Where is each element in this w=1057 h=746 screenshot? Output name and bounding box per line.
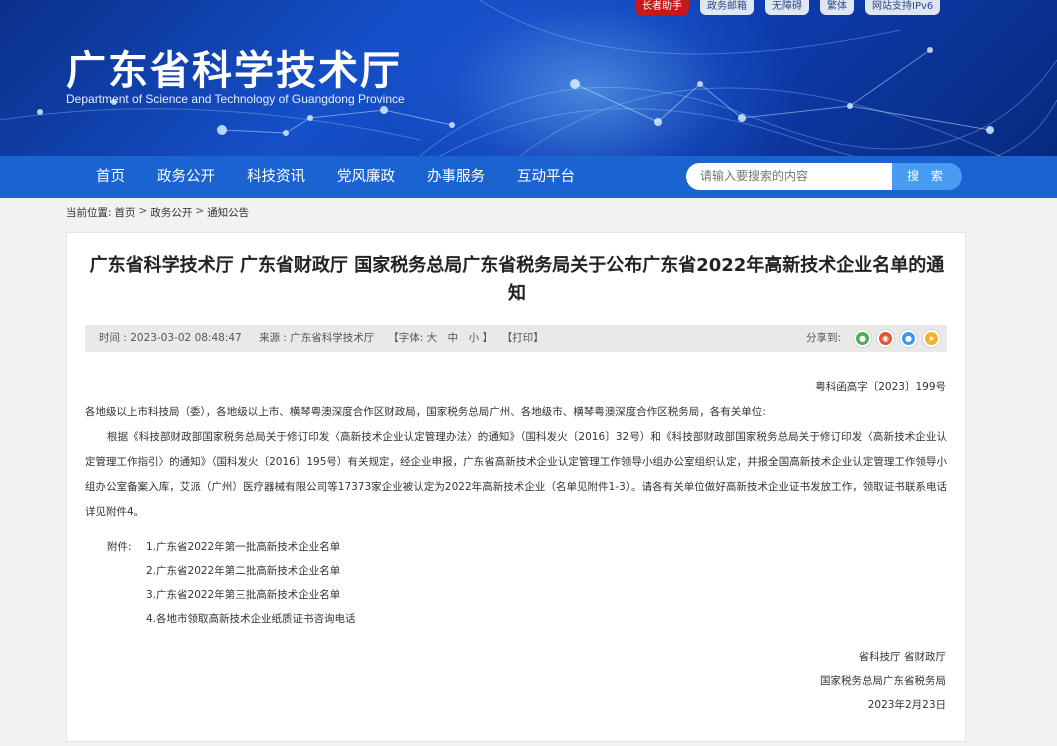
breadcrumb-label: 当前位置: [66, 207, 112, 219]
font-size-control[interactable]: 【字体: 大 中 小 】 [388, 332, 493, 344]
addressee: 各地级以上市科技局（委），各地级以上市、横琴粤澳深度合作区财政局，国家税务总局广… [85, 406, 766, 418]
document-number: 粤科函高字〔2023〕199号 [815, 381, 946, 393]
publish-time: 时间 : 2023-03-02 08:48:47 [99, 332, 242, 344]
article-panel: 广东省科学技术厅 广东省财政厅 国家税务总局广东省税务局关于公布广东省2022年… [66, 232, 966, 742]
breadcrumb-gov-affairs[interactable]: 政务公开 [150, 205, 192, 220]
share-label: 分享到: [805, 332, 841, 344]
attachments-list: 附件: 1.广东省2022年第一批高新技术企业名单 2.广东省2022年第二批高… [107, 535, 356, 631]
breadcrumb-separator: > [138, 205, 148, 217]
nav-item-home[interactable]: 首页 [82, 156, 139, 198]
article-meta-bar: 时间 : 2023-03-02 08:48:47 来源 : 广东省科学技术厅 【字… [85, 325, 947, 352]
signature-line: 国家税务总局广东省税务局 [820, 675, 946, 687]
nav-item-sci-news[interactable]: 科技资讯 [233, 156, 319, 198]
breadcrumb-separator: > [195, 205, 205, 217]
nav-item-integrity[interactable]: 党风廉政 [323, 156, 409, 198]
nav-item-interaction[interactable]: 互动平台 [503, 156, 589, 198]
accessibility-link[interactable]: 无障碍 [765, 0, 809, 15]
search-input[interactable] [686, 163, 892, 190]
site-subtitle: Department of Science and Technology of … [66, 92, 405, 106]
gov-mailbox-link[interactable]: 政务邮箱 [700, 0, 754, 15]
signature-line: 省科技厅 省财政厅 [858, 651, 946, 663]
article-title: 广东省科学技术厅 广东省财政厅 国家税务总局广东省税务局关于公布广东省2022年… [89, 255, 945, 304]
weibo-icon[interactable]: ◉ [876, 329, 895, 348]
attachment-link[interactable]: 4.各地市领取高新技术企业纸质证书咨询电话 [146, 607, 356, 631]
article-meta: 时间 : 2023-03-02 08:48:47 来源 : 广东省科学技术厅 【字… [99, 325, 558, 352]
attachment-link[interactable]: 1.广东省2022年第一批高新技术企业名单 [146, 535, 340, 559]
share-bar: 分享到: ● ◉ ● ★ [806, 325, 941, 352]
signature-block: 省科技厅 省财政厅 国家税务总局广东省税务局 2023年2月23日 [820, 645, 946, 717]
signature-date: 2023年2月23日 [867, 699, 946, 711]
site-title: 广东省科学技术厅 [66, 48, 402, 94]
article-source: 来源 : 广东省科学技术厅 [259, 332, 375, 344]
nav-item-services[interactable]: 办事服务 [413, 156, 499, 198]
attachments-label: 附件: [107, 541, 132, 553]
breadcrumb: 当前位置: 首页 > 政务公开 > 通知公告 [66, 205, 249, 220]
wechat-icon[interactable]: ● [853, 329, 872, 348]
qzone-icon[interactable]: ★ [922, 329, 941, 348]
breadcrumb-home[interactable]: 首页 [115, 205, 136, 220]
nav-item-gov-affairs[interactable]: 政务公开 [143, 156, 229, 198]
elderly-assistant-link[interactable]: 长者助手 [635, 0, 689, 15]
nav-items: 首页 政务公开 科技资讯 党风廉政 办事服务 互动平台 [82, 156, 593, 198]
article-paragraph: 根据《科技部财政部国家税务总局关于修订印发〈高新技术企业认定管理办法〉的通知》（… [85, 431, 947, 518]
main-nav: 首页 政务公开 科技资讯 党风廉政 办事服务 互动平台 搜 索 [0, 156, 1057, 198]
qq-icon[interactable]: ● [899, 329, 918, 348]
top-utility-links: 长者助手 政务邮箱 无障碍 繁体 网站支持IPv6 [635, 0, 941, 16]
traditional-chinese-link[interactable]: 繁体 [820, 0, 854, 15]
attachment-link[interactable]: 2.广东省2022年第二批高新技术企业名单 [146, 559, 340, 583]
breadcrumb-notices[interactable]: 通知公告 [207, 205, 249, 220]
site-header: 广东省科学技术厅 Department of Science and Techn… [0, 0, 1057, 156]
attachment-link[interactable]: 3.广东省2022年第三批高新技术企业名单 [146, 583, 340, 607]
ipv6-support-link[interactable]: 网站支持IPv6 [865, 0, 941, 15]
search-button[interactable]: 搜 索 [892, 163, 962, 190]
print-link[interactable]: 【打印】 [507, 332, 544, 344]
